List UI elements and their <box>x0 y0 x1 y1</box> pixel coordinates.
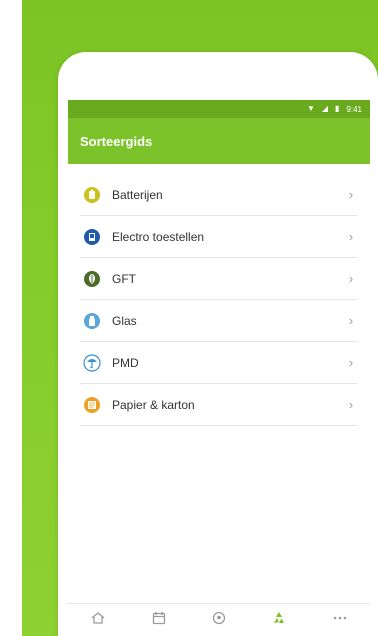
chevron-right-icon: › <box>348 313 354 328</box>
page-title: Sorteergids <box>80 133 153 149</box>
status-bar: ▼ ◢ ▮ 9:41 <box>68 100 370 118</box>
list-item-electro-toestellen[interactable]: Electro toestellen › <box>80 216 358 258</box>
list-item-batterijen[interactable]: Batterijen › <box>80 174 358 216</box>
glass-category-icon <box>82 311 102 331</box>
category-list: Batterijen › Electro toestellen › GFT › … <box>80 174 358 426</box>
location-icon <box>211 610 227 631</box>
pmd-category-icon <box>82 353 102 373</box>
list-item-label: Glas <box>112 313 137 328</box>
list-item-gft[interactable]: GFT › <box>80 258 358 300</box>
organic-waste-category-icon <box>82 269 102 289</box>
left-white-strip <box>0 0 22 636</box>
nav-location[interactable] <box>204 606 234 634</box>
chevron-right-icon: › <box>348 271 354 286</box>
list-item-glas[interactable]: Glas › <box>80 300 358 342</box>
nav-home[interactable] <box>83 606 113 634</box>
nav-calendar[interactable] <box>144 606 174 634</box>
battery-category-icon <box>82 185 102 205</box>
list-item-pmd[interactable]: PMD › <box>80 342 358 384</box>
chevron-right-icon: › <box>348 229 354 244</box>
battery-icon: ▮ <box>335 104 340 113</box>
list-item-label: Batterijen <box>112 187 163 202</box>
status-time: 9:41 <box>346 104 362 114</box>
list-item-label: PMD <box>112 355 139 370</box>
app-bar: Sorteergids <box>68 118 370 164</box>
list-item-papier-karton[interactable]: Papier & karton › <box>80 384 358 426</box>
chevron-right-icon: › <box>348 397 354 412</box>
list-item-label: Papier & karton <box>112 397 195 412</box>
bottom-navigation <box>68 603 370 636</box>
paper-category-icon <box>82 395 102 415</box>
recycle-icon <box>271 610 287 631</box>
calendar-icon <box>151 610 167 631</box>
nav-more[interactable] <box>325 606 355 634</box>
nav-sorting[interactable] <box>264 606 294 634</box>
home-icon <box>90 610 106 631</box>
app-screen: ▼ ◢ ▮ 9:41 Sorteergids Batterijen › Elec… <box>68 100 370 636</box>
signal-icon: ◢ <box>321 104 329 113</box>
screenshot-stage: ▼ ◢ ▮ 9:41 Sorteergids Batterijen › Elec… <box>0 0 378 636</box>
wifi-icon: ▼ <box>306 104 315 113</box>
chevron-right-icon: › <box>348 187 354 202</box>
list-item-label: GFT <box>112 271 136 286</box>
electronics-category-icon <box>82 227 102 247</box>
list-item-label: Electro toestellen <box>112 229 205 244</box>
more-icon <box>332 610 348 631</box>
chevron-right-icon: › <box>348 355 354 370</box>
